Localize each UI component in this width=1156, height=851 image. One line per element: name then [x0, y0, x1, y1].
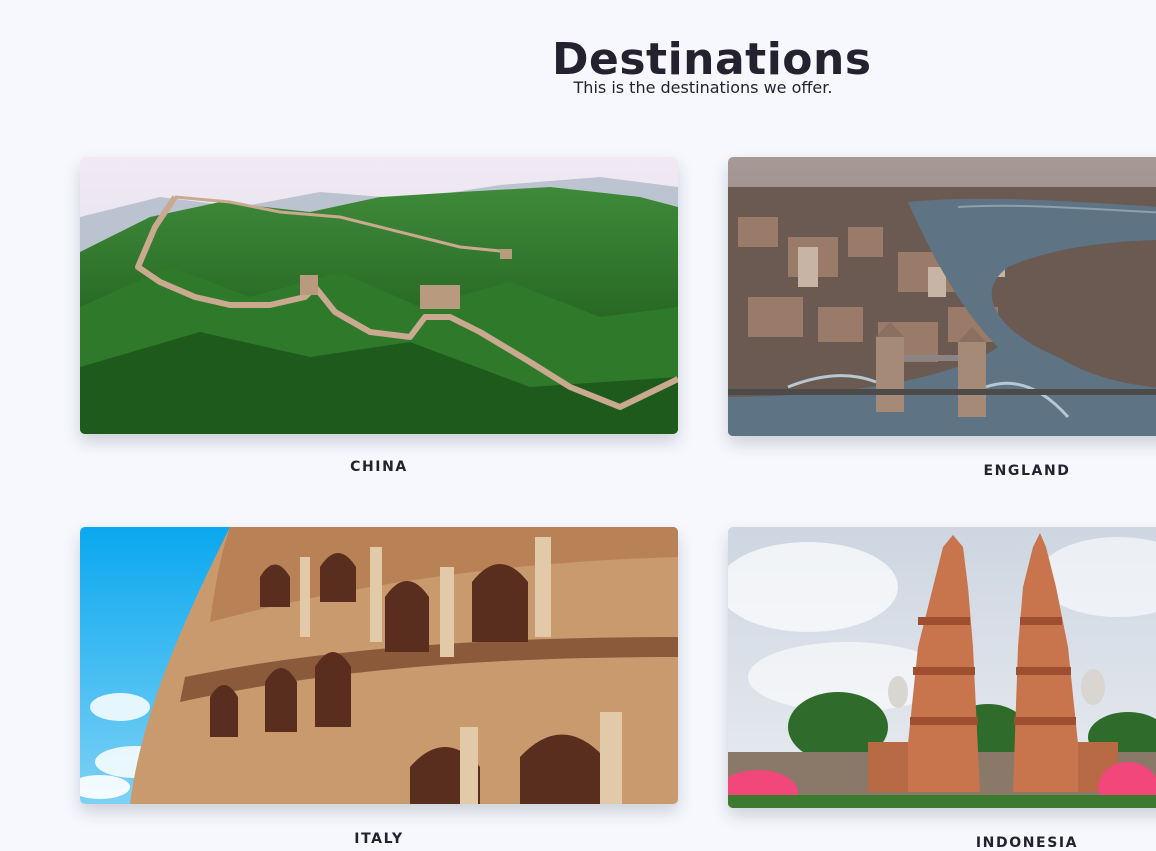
great-wall-photo [80, 157, 678, 434]
destination-image-indonesia[interactable] [728, 527, 1156, 808]
tower-bridge-photo [728, 157, 1156, 436]
destination-card-indonesia[interactable]: INDONESIA [728, 527, 1156, 851]
destination-label-italy: ITALY [354, 831, 404, 847]
colosseum-photo [80, 527, 678, 804]
destination-label-england: ENGLAND [983, 463, 1071, 479]
destination-card-england[interactable]: ENGLAND [728, 157, 1156, 487]
destination-label-indonesia: INDONESIA [975, 835, 1079, 851]
destinations-page: Destinations This is the destinations we… [0, 0, 1156, 851]
destination-image-italy[interactable] [80, 527, 678, 804]
destination-card-italy[interactable]: ITALY [80, 527, 678, 851]
page-subtitle: This is the destinations we offer. [573, 78, 833, 97]
bali-gate-photo [728, 527, 1156, 808]
destination-card-china[interactable]: CHINA [80, 157, 678, 487]
destination-image-china[interactable] [80, 157, 678, 434]
destination-image-england[interactable] [728, 157, 1156, 436]
destination-label-china: CHINA [350, 459, 408, 475]
